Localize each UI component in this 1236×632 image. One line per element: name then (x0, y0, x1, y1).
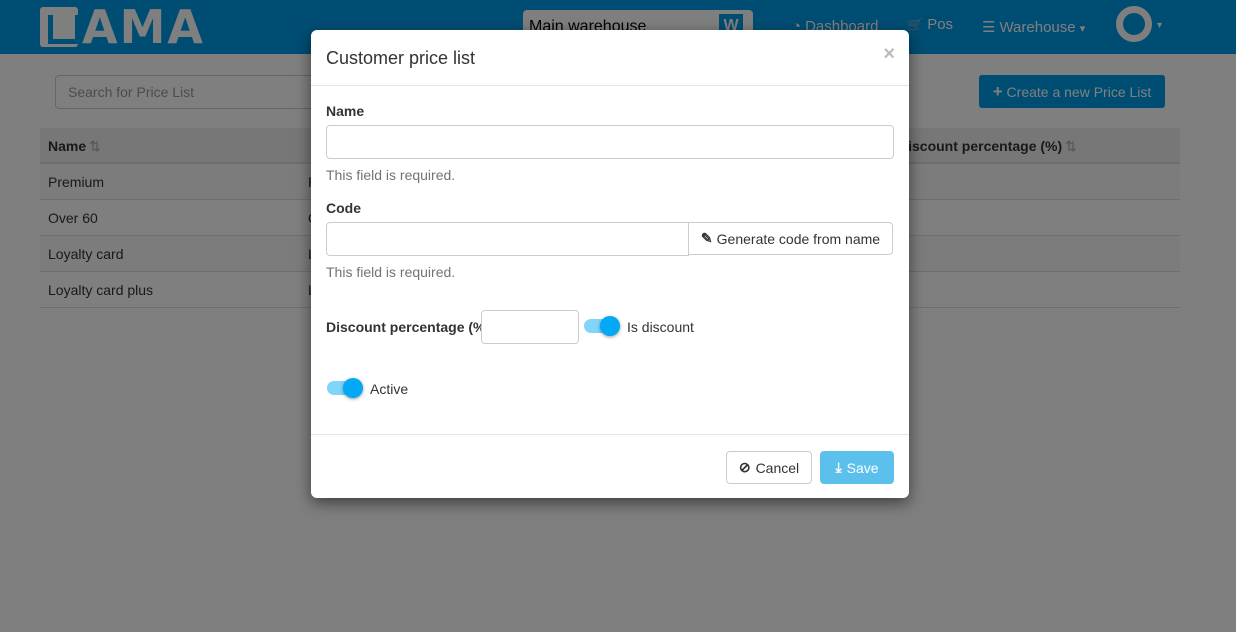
customer-price-list-modal: Customer price list × Name This field is… (311, 30, 909, 498)
name-input[interactable] (326, 125, 894, 159)
code-label: Code (326, 200, 361, 216)
discount-percentage-input[interactable] (481, 310, 579, 344)
is-discount-toggle[interactable] (584, 316, 620, 336)
close-icon: × (883, 43, 895, 65)
code-input[interactable] (326, 222, 689, 256)
magic-wand-icon: ✎ (700, 230, 713, 246)
discount-percentage-label: Discount percentage (%) (326, 319, 491, 335)
name-label: Name (326, 103, 365, 119)
download-icon: ⤓ (835, 459, 842, 475)
save-label: Save (846, 459, 879, 476)
name-help-text: This field is required. (326, 167, 456, 183)
generate-code-button[interactable]: ✎ Generate code from name (688, 222, 893, 255)
modal-footer: ⊘ Cancel ⤓ Save (311, 434, 909, 498)
cancel-button[interactable]: ⊘ Cancel (726, 451, 812, 484)
toggle-knob (600, 316, 620, 336)
code-help-text: This field is required. (326, 264, 456, 280)
active-toggle[interactable] (327, 378, 363, 398)
close-button[interactable]: × (883, 43, 895, 66)
cancel-label: Cancel (755, 459, 800, 476)
generate-code-label: Generate code from name (716, 230, 881, 247)
ban-icon: ⊘ (738, 459, 751, 475)
modal-header: Customer price list × (311, 30, 909, 86)
active-label: Active (370, 381, 409, 397)
is-discount-label: Is discount (627, 319, 694, 335)
toggle-knob (343, 378, 363, 398)
modal-title: Customer price list (326, 48, 476, 68)
save-button[interactable]: ⤓ Save (820, 451, 894, 484)
